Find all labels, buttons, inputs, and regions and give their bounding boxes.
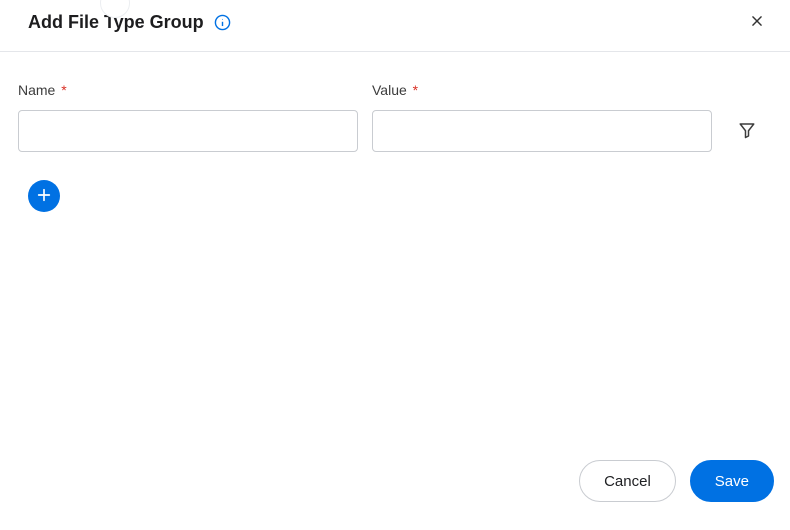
name-label: Name * [18,82,358,98]
filter-icon [738,121,756,142]
add-row [18,180,768,212]
name-field-group: Name * [18,82,358,152]
info-icon[interactable] [214,14,231,31]
fields-row: Name * Value * [18,82,768,152]
dialog-footer: Cancel Save [579,460,774,502]
filter-button[interactable] [732,110,762,152]
name-input[interactable] [18,110,358,152]
cancel-button[interactable]: Cancel [579,460,676,502]
value-field-group: Value * [372,82,712,152]
name-required-asterisk: * [61,82,66,98]
close-icon [750,14,764,31]
value-label: Value * [372,82,712,98]
save-button[interactable]: Save [690,460,774,502]
value-label-text: Value [372,82,407,98]
dialog-body: Name * Value * [0,52,790,212]
value-input[interactable] [372,110,712,152]
name-label-text: Name [18,82,55,98]
add-button[interactable] [28,180,60,212]
close-button[interactable] [746,10,768,35]
value-required-asterisk: * [413,82,418,98]
plus-icon [36,187,52,206]
header-left: Add File Type Group [28,12,231,33]
